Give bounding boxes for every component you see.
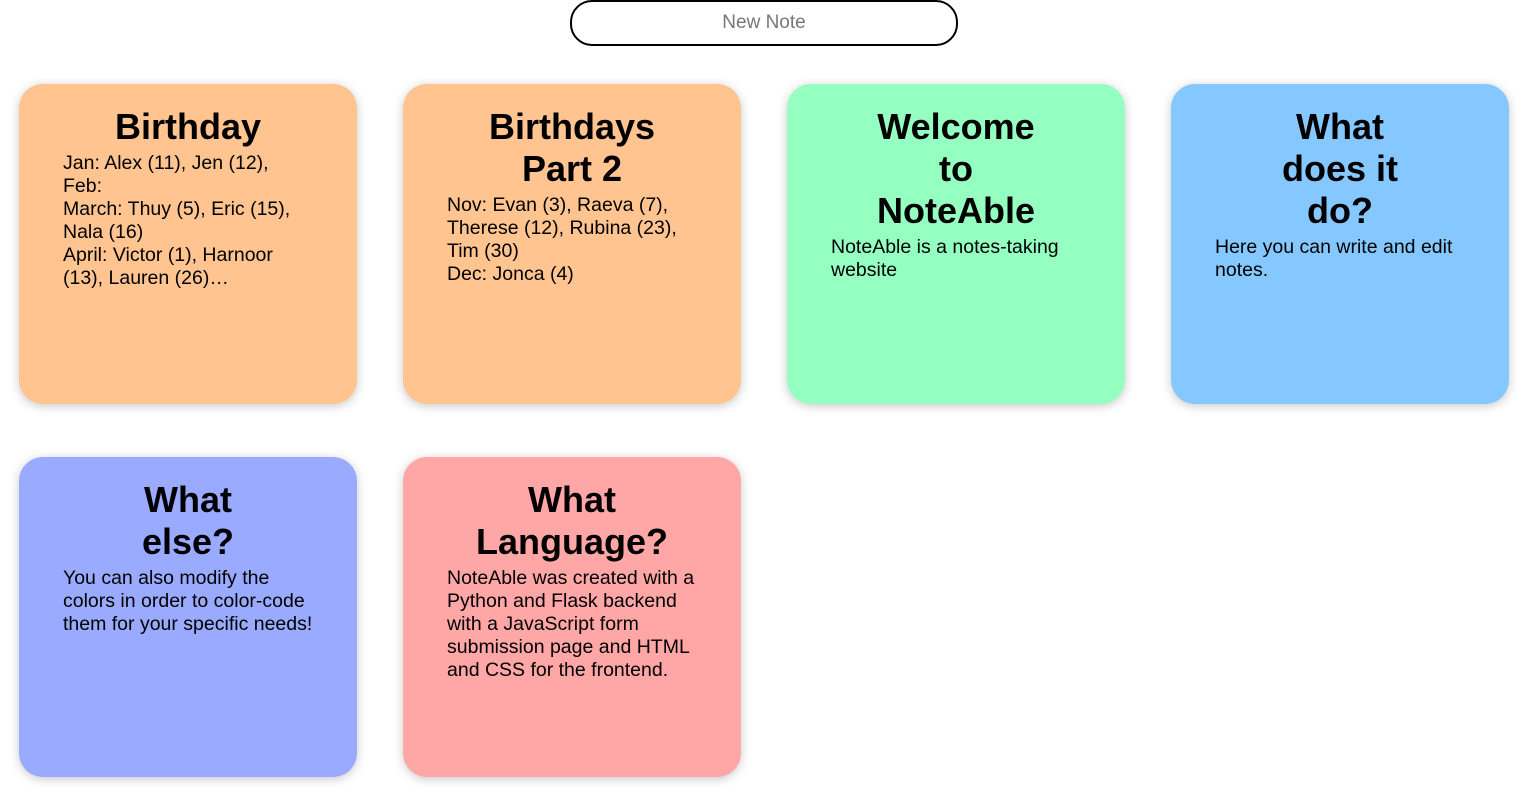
note-title: Welcome to NoteAble xyxy=(876,106,1035,231)
note-body: NoteAble was created with a Python and F… xyxy=(447,567,695,681)
note-card[interactable]: Birthday Jan: Alex (11), Jen (12), Feb: … xyxy=(19,84,357,404)
note-title: Birthdays Part 2 xyxy=(488,106,656,189)
note-card[interactable]: What Language? NoteAble was created with… xyxy=(403,457,741,777)
note-title: What else? xyxy=(141,479,235,562)
note-body: NoteAble is a notes-taking website xyxy=(831,236,1059,281)
note-title: Birthday xyxy=(114,106,262,147)
note-body: Jan: Alex (11), Jen (12), Feb: March: Th… xyxy=(63,152,291,289)
note-card[interactable]: Birthdays Part 2 Nov: Evan (3), Raeva (7… xyxy=(403,84,741,404)
note-card[interactable]: Welcome to NoteAble NoteAble is a notes-… xyxy=(787,84,1125,404)
note-body: You can also modify the colors in order … xyxy=(63,567,313,635)
note-title: What Language? xyxy=(475,479,668,562)
notes-grid: Birthday Jan: Alex (11), Jen (12), Feb: … xyxy=(19,84,1509,777)
new-note-button[interactable]: New Note xyxy=(570,0,958,46)
note-card[interactable]: What else? You can also modify the color… xyxy=(19,457,357,777)
note-card[interactable]: What does it do? Here you can write and … xyxy=(1171,84,1509,404)
note-body: Here you can write and edit notes. xyxy=(1215,236,1453,281)
note-title: What does it do? xyxy=(1281,106,1398,231)
note-body: Nov: Evan (3), Raeva (7), Therese (12), … xyxy=(447,194,677,285)
